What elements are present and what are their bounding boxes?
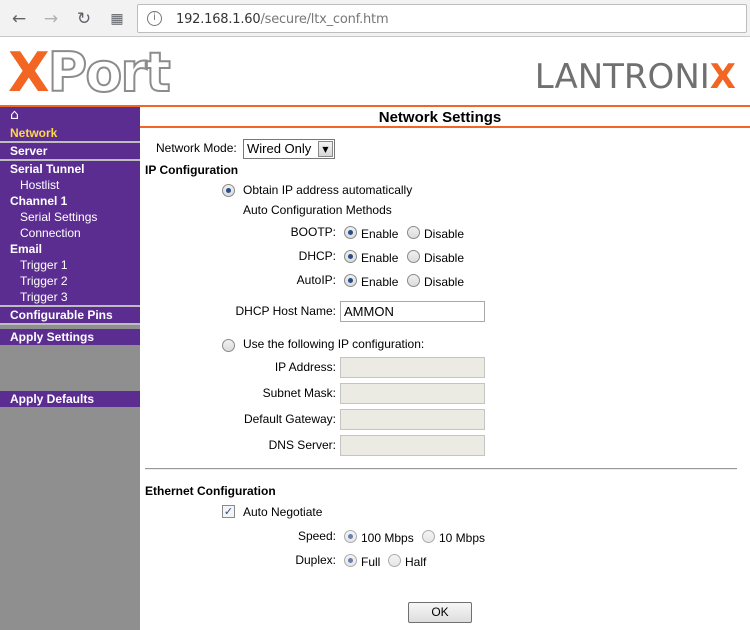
subnet-mask-label: Subnet Mask: bbox=[262, 386, 336, 400]
auto-negotiate-checkbox[interactable]: ✓ bbox=[222, 505, 235, 518]
auto-negotiate-label: Auto Negotiate bbox=[243, 505, 323, 519]
sidebar-group-apply-defaults: Apply Defaults bbox=[0, 391, 140, 407]
page-title: Network Settings bbox=[378, 109, 502, 126]
xport-logo: XPort bbox=[8, 41, 172, 104]
sidebar-item-server[interactable]: Server bbox=[0, 143, 140, 159]
title-divider bbox=[140, 126, 750, 128]
default-gateway-input[interactable] bbox=[340, 409, 485, 430]
sidebar-separator bbox=[0, 323, 140, 325]
speed-label: Speed: bbox=[297, 529, 336, 543]
duplex-full-label: Full bbox=[361, 555, 381, 569]
site-header: XPort LANTRONIX bbox=[0, 38, 750, 106]
ip-address-label: IP Address: bbox=[274, 360, 336, 374]
url-host: 192.168.1.60 bbox=[176, 12, 261, 27]
autoip-label: AutoIP: bbox=[296, 273, 336, 287]
url-path: /secure/ltx_conf.htm bbox=[260, 12, 389, 27]
dns-server-label: DNS Server: bbox=[268, 438, 336, 452]
obtain-auto-radio[interactable] bbox=[222, 184, 235, 197]
dhcp-label: DHCP: bbox=[298, 249, 336, 263]
home-row: ⌂ bbox=[0, 107, 140, 125]
auto-methods-label: Auto Configuration Methods bbox=[243, 203, 392, 217]
sidebar-group-server: Server bbox=[0, 143, 140, 159]
page-info-icon[interactable]: i bbox=[147, 11, 162, 26]
ethernet-configuration-heading: Ethernet Configuration bbox=[145, 484, 276, 498]
speed-100-label: 100 Mbps bbox=[361, 531, 414, 545]
sidebar-item-trigger2[interactable]: Trigger 2 bbox=[0, 273, 140, 289]
ip-configuration-heading: IP Configuration bbox=[145, 163, 239, 177]
apps-grid-icon[interactable]: ▦ bbox=[106, 8, 128, 30]
dhcp-disable-label: Disable bbox=[424, 251, 465, 265]
sidebar-item-apply-defaults[interactable]: Apply Defaults bbox=[0, 391, 140, 407]
sidebar-item-serial-settings[interactable]: Serial Settings bbox=[0, 209, 140, 225]
url-text: 192.168.1.60/secure/ltx_conf.htm bbox=[176, 12, 389, 27]
default-gateway-label: Default Gateway: bbox=[243, 412, 336, 426]
sidebar-group-serial-tunnel: Serial Tunnel Hostlist Channel 1 Serial … bbox=[0, 161, 140, 305]
network-mode-label: Network Mode: bbox=[156, 141, 237, 155]
autoip-enable-label: Enable bbox=[361, 275, 399, 289]
autoip-disable-label: Disable bbox=[424, 275, 465, 289]
use-following-label: Use the following IP configuration: bbox=[243, 337, 425, 351]
address-bar[interactable]: i 192.168.1.60/secure/ltx_conf.htm bbox=[137, 4, 747, 33]
bootp-enable-label: Enable bbox=[361, 227, 399, 241]
dhcp-enable-radio[interactable] bbox=[344, 250, 357, 263]
bootp-label: BOOTP: bbox=[290, 225, 336, 239]
bootp-disable-radio[interactable] bbox=[407, 226, 420, 239]
back-arrow-icon[interactable]: ← bbox=[8, 8, 30, 30]
bootp-disable-label: Disable bbox=[424, 227, 465, 241]
sidebar-item-configurable-pins[interactable]: Configurable Pins bbox=[0, 307, 140, 323]
bootp-enable-radio[interactable] bbox=[344, 226, 357, 239]
sidebar-item-connection[interactable]: Connection bbox=[0, 225, 140, 241]
dhcp-disable-radio[interactable] bbox=[407, 250, 420, 263]
use-following-radio[interactable] bbox=[222, 339, 235, 352]
sidebar-item-serial-tunnel[interactable]: Serial Tunnel bbox=[0, 161, 140, 177]
network-mode-value: Wired Only bbox=[247, 141, 312, 156]
sidebar-group-apply-settings: Apply Settings bbox=[0, 329, 140, 345]
main-content: Network Settings Network Mode: Wired Onl… bbox=[140, 107, 750, 630]
speed-10-label: 10 Mbps bbox=[439, 531, 486, 545]
dhcp-enable-label: Enable bbox=[361, 251, 399, 265]
ip-address-input[interactable] bbox=[340, 357, 485, 378]
xport-logo-rest: Port bbox=[47, 41, 172, 104]
sidebar-item-apply-settings[interactable]: Apply Settings bbox=[0, 329, 140, 345]
sidebar-item-hostlist[interactable]: Hostlist bbox=[0, 177, 140, 193]
lantronix-logo: LANTRONIX bbox=[535, 57, 736, 97]
browser-toolbar: ← → ↻ ▦ i 192.168.1.60/secure/ltx_conf.h… bbox=[0, 0, 750, 37]
speed-10-radio[interactable] bbox=[422, 530, 435, 543]
reload-icon[interactable]: ↻ bbox=[73, 8, 95, 30]
subnet-mask-input[interactable] bbox=[340, 383, 485, 404]
xport-logo-x: X bbox=[8, 41, 50, 104]
dhcp-host-input[interactable]: AMMON bbox=[340, 301, 485, 322]
autoip-enable-radio[interactable] bbox=[344, 274, 357, 287]
sidebar-item-email[interactable]: Email bbox=[0, 241, 140, 257]
ok-button[interactable]: OK bbox=[408, 602, 472, 623]
chevron-down-icon: ▼ bbox=[318, 141, 333, 157]
home-icon[interactable]: ⌂ bbox=[10, 107, 19, 124]
section-divider bbox=[145, 468, 737, 470]
sidebar-group-pins: Configurable Pins bbox=[0, 307, 140, 323]
lantronix-logo-text: LANTRONI bbox=[534, 57, 710, 97]
dhcp-host-label: DHCP Host Name: bbox=[235, 304, 336, 318]
dns-server-input[interactable] bbox=[340, 435, 485, 456]
sidebar-item-trigger1[interactable]: Trigger 1 bbox=[0, 257, 140, 273]
duplex-label: Duplex: bbox=[295, 553, 336, 567]
duplex-half-radio[interactable] bbox=[388, 554, 401, 567]
network-mode-select[interactable]: Wired Only ▼ bbox=[243, 139, 335, 159]
forward-arrow-icon[interactable]: → bbox=[40, 8, 62, 30]
autoip-disable-radio[interactable] bbox=[407, 274, 420, 287]
duplex-full-radio[interactable] bbox=[344, 554, 357, 567]
lantronix-logo-x: X bbox=[709, 57, 736, 97]
sidebar-group-network: Network bbox=[0, 125, 140, 141]
sidebar-item-trigger3[interactable]: Trigger 3 bbox=[0, 289, 140, 305]
duplex-half-label: Half bbox=[405, 555, 427, 569]
sidebar-item-channel1[interactable]: Channel 1 bbox=[0, 193, 140, 209]
sidebar: ⌂ Network Server Serial Tunnel Hostlist … bbox=[0, 107, 140, 630]
sidebar-item-network[interactable]: Network bbox=[0, 125, 140, 141]
speed-100-radio[interactable] bbox=[344, 530, 357, 543]
obtain-auto-label: Obtain IP address automatically bbox=[243, 183, 413, 197]
